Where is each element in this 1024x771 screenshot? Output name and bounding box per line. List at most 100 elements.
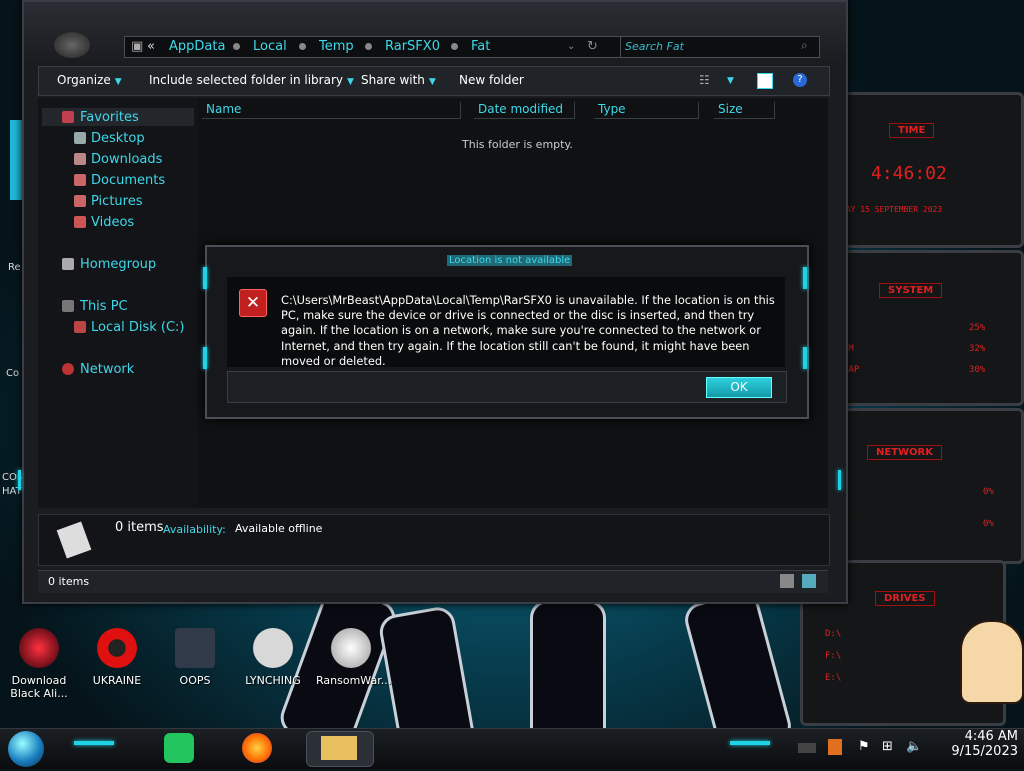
- desktop-text-fragment: Co: [6, 368, 20, 379]
- firefox-icon[interactable]: [242, 733, 272, 763]
- radiation-icon: [97, 628, 137, 668]
- change-view-icon[interactable]: ☷: [699, 73, 710, 87]
- network-row-value: 0%: [983, 487, 994, 497]
- preview-pane-icon[interactable]: [757, 73, 773, 89]
- nav-downloads[interactable]: Downloads: [91, 152, 162, 167]
- breadcrumb-separator-icon[interactable]: [451, 43, 458, 50]
- column-header-date-modified[interactable]: Date modified: [474, 102, 575, 119]
- details-view-icon[interactable]: [780, 574, 794, 588]
- breadcrumb-separator-icon[interactable]: [299, 43, 306, 50]
- dialog-accent: [203, 267, 207, 289]
- new-folder-button[interactable]: New folder: [459, 73, 524, 87]
- star-icon: [62, 111, 74, 123]
- network-row-value: 0%: [983, 519, 994, 529]
- nav-desktop[interactable]: Desktop: [91, 131, 145, 146]
- desktop-icon-label: LYNCHING: [245, 674, 301, 687]
- show-hidden-icons-icon[interactable]: [798, 743, 816, 753]
- nav-favorites[interactable]: Favorites: [80, 110, 139, 125]
- include-library-label: Include selected folder in library: [149, 73, 343, 87]
- breadcrumb-separator-icon[interactable]: [365, 43, 372, 50]
- details-item-count: 0 items: [115, 520, 164, 535]
- breadcrumb-separator-icon[interactable]: [233, 43, 240, 50]
- computer-icon: [175, 628, 215, 668]
- system-row-value: 30%: [969, 365, 986, 375]
- network-icon: [62, 363, 74, 375]
- start-button[interactable]: [8, 731, 44, 767]
- column-header-size[interactable]: Size: [714, 102, 775, 119]
- location-unavailable-dialog[interactable]: Location is not available ✕ C:\Users\MrB…: [203, 245, 809, 419]
- network-gadget[interactable]: NETWORK 0% T 0%: [838, 408, 1024, 564]
- network-gadget-label: NETWORK: [867, 445, 943, 460]
- status-bar: 0 items: [38, 570, 828, 593]
- nav-documents[interactable]: Documents: [91, 173, 165, 188]
- dialog-message: C:\Users\MrBeast\AppData\Local\Temp\RarS…: [281, 293, 775, 368]
- view-dropdown-chevron-icon[interactable]: ▼: [727, 76, 734, 86]
- file-explorer-taskbar-button[interactable]: [306, 731, 374, 767]
- drives-gadget-label: DRIVES: [875, 591, 935, 606]
- system-row-value: 32%: [969, 344, 986, 354]
- dialog-title: Location is not available: [447, 255, 573, 266]
- taskbar: ⚑ ⊞ 🔈 4:46 AM 9/15/2023: [0, 728, 1024, 769]
- alienware-logo-icon: [54, 32, 90, 58]
- clock-time: 4:46 AM: [964, 729, 1018, 744]
- share-with-label: Share with: [361, 73, 425, 87]
- time-gadget[interactable]: TIME 4:46:02 DAY 15 SEPTEMBER 2023: [838, 92, 1024, 248]
- desktop-icon-ransomware[interactable]: RansomWar...: [316, 628, 391, 687]
- clock-date: 9/15/2023: [951, 744, 1018, 759]
- include-library-button[interactable]: Include selected folder in library ▼: [149, 73, 354, 87]
- desktop-icon-label: OOPS: [179, 674, 211, 687]
- organize-label: Organize: [57, 73, 111, 87]
- documents-folder-icon: [74, 174, 86, 186]
- desktop-icon-download-black[interactable]: Download Black Ali...: [4, 628, 74, 700]
- desktop-icon-lynching[interactable]: LYNCHING: [238, 628, 308, 687]
- alien-app-icon: [19, 628, 59, 668]
- search-input[interactable]: Search Fat: [625, 40, 684, 53]
- system-gadget[interactable]: SYSTEM U 25% AM 32% VAP 30%: [838, 250, 1024, 406]
- tray-app-icon[interactable]: [828, 739, 842, 755]
- search-icon[interactable]: ⌕: [801, 38, 808, 53]
- status-item-count: 0 items: [48, 575, 90, 588]
- network-tray-icon[interactable]: ⊞: [882, 739, 898, 755]
- time-gadget-label: TIME: [889, 123, 935, 138]
- column-header-type[interactable]: Type: [594, 102, 699, 119]
- desktop-icon-oops[interactable]: OOPS: [160, 628, 230, 687]
- search-box[interactable]: Search Fat ⌕: [620, 36, 820, 58]
- downloads-folder-icon: [74, 153, 86, 165]
- taskbar-clock[interactable]: 4:46 AM 9/15/2023: [930, 729, 1018, 759]
- help-icon[interactable]: ?: [793, 73, 807, 87]
- nav-videos[interactable]: Videos: [91, 215, 134, 230]
- dialog-accent: [203, 347, 207, 369]
- breadcrumb-item[interactable]: Local: [253, 39, 287, 54]
- nav-homegroup[interactable]: Homegroup: [80, 257, 156, 272]
- address-back-chevron-icon[interactable]: «: [147, 39, 155, 54]
- desktop-icon-ukraine[interactable]: UKRAINE: [82, 628, 152, 687]
- notes-app-icon[interactable]: [164, 733, 194, 763]
- refresh-icon[interactable]: ↻: [587, 39, 598, 54]
- navigation-pane: Favorites Desktop Downloads Documents Pi…: [38, 98, 198, 508]
- column-header-name[interactable]: Name: [202, 102, 461, 119]
- nav-this-pc[interactable]: This PC: [80, 299, 128, 314]
- ok-button[interactable]: OK: [706, 377, 772, 398]
- address-dropdown-chevron-icon[interactable]: ⌄: [567, 41, 575, 52]
- organize-button[interactable]: Organize ▼: [57, 73, 122, 87]
- nav-pictures[interactable]: Pictures: [91, 194, 142, 209]
- folder-icon: ▣: [131, 39, 144, 54]
- breadcrumb-item[interactable]: Temp: [319, 39, 354, 54]
- desktop-icon-label: UKRAINE: [92, 674, 142, 687]
- nav-network[interactable]: Network: [80, 362, 134, 377]
- dialog-accent: [803, 347, 807, 369]
- large-icons-view-icon[interactable]: [802, 574, 816, 588]
- flag-icon[interactable]: ⚑: [858, 739, 870, 755]
- share-with-button[interactable]: Share with ▼: [361, 73, 436, 87]
- breadcrumb-item[interactable]: Fat: [471, 39, 490, 54]
- address-bar[interactable]: ▣ « AppData Local Temp RarSFX0 Fat ⌄ ↻: [124, 36, 706, 58]
- volume-icon[interactable]: 🔈: [906, 739, 922, 755]
- taskbar-accent: [730, 741, 770, 745]
- desktop-icon-label: Download Black Ali...: [10, 674, 68, 700]
- breadcrumb-item[interactable]: RarSFX0: [385, 39, 440, 54]
- chevron-down-icon: ▼: [346, 77, 354, 87]
- drive-row-label: F:\: [825, 651, 842, 661]
- desktop-folder-icon: [74, 132, 86, 144]
- nav-local-disk[interactable]: Local Disk (C:): [91, 320, 184, 335]
- breadcrumb-item[interactable]: AppData: [169, 39, 225, 54]
